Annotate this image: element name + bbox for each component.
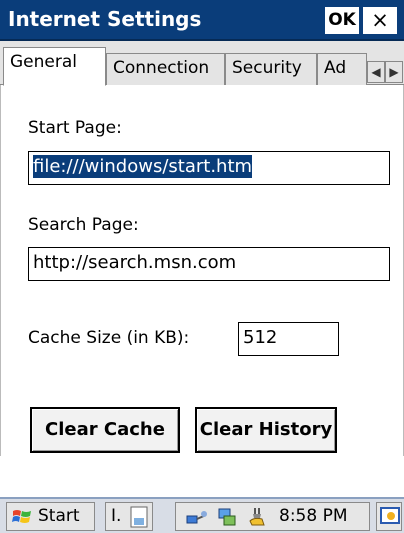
title-bar: Internet Settings OK × <box>0 0 404 41</box>
show-desktop-button[interactable] <box>376 502 402 531</box>
windows-flag-icon <box>11 506 33 528</box>
start-page-value: file:///windows/start.htm <box>33 155 253 178</box>
tab-advanced-label: Ad <box>324 58 347 78</box>
tab-connection[interactable]: Connection <box>106 53 225 85</box>
clear-cache-button[interactable]: Clear Cache <box>30 407 180 453</box>
tab-security-label: Security <box>232 58 302 78</box>
sync-icon[interactable] <box>216 506 238 528</box>
close-button[interactable]: × <box>363 7 397 34</box>
tab-scroll-right-button[interactable]: ▶ <box>385 61 403 83</box>
tab-security[interactable]: Security <box>225 53 317 85</box>
start-page-input[interactable]: file:///windows/start.htm <box>28 151 390 185</box>
taskbar: Start I. 8:58 PM <box>0 497 404 533</box>
tab-strip: General Connection Security Ad ◀ ▶ <box>0 41 404 86</box>
tab-connection-label: Connection <box>113 58 210 78</box>
desktop-icon <box>379 505 401 527</box>
start-button[interactable]: Start <box>6 502 95 531</box>
search-page-label: Search Page: <box>28 215 139 235</box>
tab-scroll-left-button[interactable]: ◀ <box>367 61 385 83</box>
system-tray: 8:58 PM <box>175 502 370 531</box>
tab-advanced[interactable]: Ad <box>317 53 367 85</box>
cache-size-input[interactable]: 512 <box>238 322 339 356</box>
cache-size-label: Cache Size (in KB): <box>28 328 190 348</box>
network-icon[interactable] <box>186 506 208 528</box>
clear-history-button[interactable]: Clear History <box>195 407 337 453</box>
tab-general-label: General <box>10 52 77 72</box>
app-window-icon <box>130 506 148 528</box>
window-title: Internet Settings <box>8 7 202 31</box>
ok-button[interactable]: OK <box>325 7 359 34</box>
taskbar-app-label: I. <box>111 506 122 526</box>
clock: 8:58 PM <box>279 506 348 526</box>
tab-scroll-right-icon: ▶ <box>389 65 399 79</box>
start-label: Start <box>38 506 80 526</box>
start-page-label: Start Page: <box>28 118 122 138</box>
search-page-input[interactable]: http://search.msn.com <box>28 247 390 281</box>
tab-scroll-left-icon: ◀ <box>371 65 381 79</box>
taskbar-app-button[interactable]: I. <box>105 502 153 531</box>
power-icon[interactable] <box>246 505 270 529</box>
general-panel: Start Page: file:///windows/start.htm Se… <box>0 85 404 456</box>
tab-general[interactable]: General <box>3 47 106 86</box>
